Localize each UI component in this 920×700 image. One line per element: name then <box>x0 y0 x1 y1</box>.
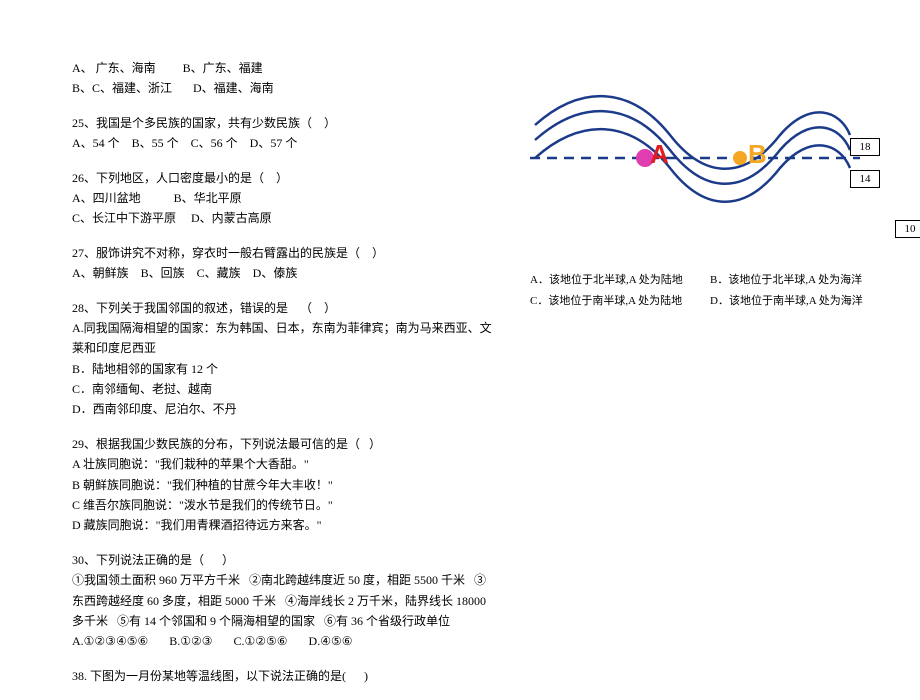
marker-a-label: A <box>650 139 669 169</box>
prev-question-options: A、 广东、海南 B、广东、福建 B、C、福建、浙江 D、福建、海南 <box>72 58 492 99</box>
question-30: 30、下列说法正确的是（ ） ①我国领土面积 960 万平方千米 ②南北跨越纬度… <box>72 550 492 652</box>
option-c: C．该地位于南半球,A 处为陆地 <box>530 291 710 312</box>
body: ①我国领土面积 960 万平方千米 ②南北跨越纬度近 50 度，相距 5500 … <box>72 570 492 631</box>
options: A.①②③④⑤⑥ B.①②③ C.①②⑤⑥ D.④⑤⑥ <box>72 631 492 651</box>
isotherm-label-10: 10 <box>895 220 920 238</box>
option-d: D．该地位于南半球,A 处为海洋 <box>710 291 890 312</box>
question-column: A、 广东、海南 B、广东、福建 B、C、福建、浙江 D、福建、海南 25、我国… <box>72 58 492 700</box>
isotherm-label-14: 14 <box>850 170 880 188</box>
question-25: 25、我国是个多民族的国家，共有少数民族（ ） A、54 个 B、55 个 C、… <box>72 113 492 154</box>
option-a: A.同我国隔海相望的国家：东为韩国、日本，东南为菲律宾；南为马来西亚、文莱和印度… <box>72 318 492 359</box>
options: A、54 个 B、55 个 C、56 个 D、57 个 <box>72 133 492 153</box>
isotherm-line <box>535 111 850 184</box>
options: A、四川盆地 B、华北平原 <box>72 188 492 208</box>
option-b: B．该地位于北半球,A 处为海洋 <box>710 270 890 291</box>
marker-b-dot <box>733 151 747 165</box>
stem: 28、下列关于我国邻国的叙述，错误的是 （ ） <box>72 298 492 318</box>
isotherm-label-18: 18 <box>850 138 880 156</box>
isotherm-figure: A B 18 14 10 A．该地位于北半球,A 处为陆地 B．该地位于北半球,… <box>530 80 890 312</box>
text: A、 广东、海南 B、广东、福建 <box>72 58 492 78</box>
isotherm-line <box>535 129 850 202</box>
option-a: A．该地位于北半球,A 处为陆地 <box>530 270 710 291</box>
option-b: B 朝鲜族同胞说："我们种植的甘蔗今年大丰收！" <box>72 475 492 495</box>
question-27: 27、服饰讲究不对称，穿衣时一般右臂露出的民族是（ ） A、朝鲜族 B、回族 C… <box>72 243 492 284</box>
text: B、C、福建、浙江 D、福建、海南 <box>72 78 492 98</box>
question-28: 28、下列关于我国邻国的叙述，错误的是 （ ） A.同我国隔海相望的国家：东为韩… <box>72 298 492 420</box>
option-c: C．南邻缅甸、老挝、越南 <box>72 379 492 399</box>
stem: 29、根据我国少数民族的分布，下列说法最可信的是（ ） <box>72 434 492 454</box>
question-26: 26、下列地区，人口密度最小的是（ ） A、四川盆地 B、华北平原 C、长江中下… <box>72 168 492 229</box>
option-b: B．陆地相邻的国家有 12 个 <box>72 359 492 379</box>
options: A、朝鲜族 B、回族 C、藏族 D、傣族 <box>72 263 492 283</box>
isotherm-svg: A B <box>530 80 860 240</box>
stem: 27、服饰讲究不对称，穿衣时一般右臂露出的民族是（ ） <box>72 243 492 263</box>
question-29: 29、根据我国少数民族的分布，下列说法最可信的是（ ） A 壮族同胞说："我们栽… <box>72 434 492 536</box>
stem: 38. 下图为一月份某地等温线图，以下说法正确的是( ) <box>72 666 492 686</box>
stem: 25、我国是个多民族的国家，共有少数民族（ ） <box>72 113 492 133</box>
marker-b-label: B <box>748 139 767 169</box>
option-c: C 维吾尔族同胞说："泼水节是我们的传统节日。" <box>72 495 492 515</box>
stem: 30、下列说法正确的是（ ） <box>72 550 492 570</box>
option-a: A 壮族同胞说："我们栽种的苹果个大香甜。" <box>72 454 492 474</box>
stem: 26、下列地区，人口密度最小的是（ ） <box>72 168 492 188</box>
question-38-stem: 38. 下图为一月份某地等温线图，以下说法正确的是( ) <box>72 666 492 686</box>
option-d: D 藏族同胞说："我们用青稞酒招待远方来客。" <box>72 515 492 535</box>
options: C、长江中下游平原 D、内蒙古高原 <box>72 208 492 228</box>
option-d: D．西南邻印度、尼泊尔、不丹 <box>72 399 492 419</box>
question-38-options: A．该地位于北半球,A 处为陆地 B．该地位于北半球,A 处为海洋 C．该地位于… <box>530 270 890 312</box>
